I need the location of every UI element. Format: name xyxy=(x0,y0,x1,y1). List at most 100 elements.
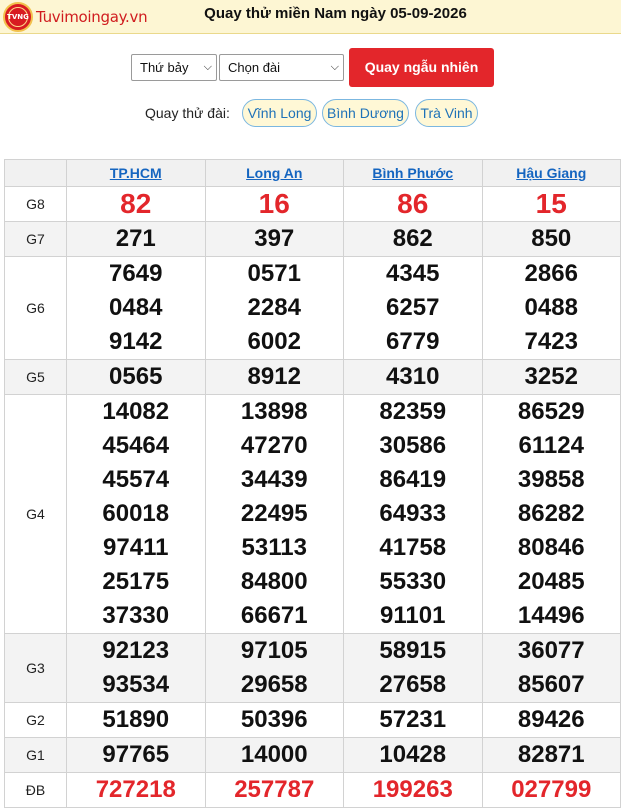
prize-number: 271 xyxy=(115,225,156,252)
prize-number: 36077 xyxy=(517,637,585,664)
column-header: Bình Phước xyxy=(343,159,483,187)
prize-cell: 58915 27658 xyxy=(343,633,483,703)
station-select[interactable]: Chọn đài ⌵ xyxy=(219,54,344,81)
prize-number: 45464 xyxy=(102,432,170,459)
prize-number: 97105 xyxy=(240,637,308,664)
prize-cell: 4345 6257 6779 xyxy=(343,256,483,360)
prize-cell: 36077 85607 xyxy=(481,633,621,703)
prize-cell: 15 xyxy=(481,186,621,222)
controls-bar: Thứ bảy ⌵ Chọn đài ⌵ Quay ngẫu nhiên xyxy=(0,48,621,88)
random-spin-button[interactable]: Quay ngẫu nhiên xyxy=(349,48,494,87)
prize-number: 92123 xyxy=(102,637,170,664)
prize-number: 3252 xyxy=(524,363,578,390)
prize-number: 850 xyxy=(531,225,572,252)
results-body: G8 82 16 86 15 G7 271 397 862 850 G6 7649 0484 9142 05… xyxy=(4,186,621,808)
prize-number: 2284 xyxy=(247,294,301,321)
prize-number: 97411 xyxy=(103,534,169,561)
prize-cell: 10428 xyxy=(343,737,483,773)
prize-number: 16 xyxy=(258,188,290,219)
prize-cell: 199263 xyxy=(343,772,483,808)
prize-cell: 86529 61124 39858 86282 80846 20485 14496 xyxy=(481,394,621,634)
prize-cell: 97105 29658 xyxy=(204,633,344,703)
prize-number: 37330 xyxy=(102,602,170,629)
trial-stations: Quay thử đài: Vĩnh Long Bình Dương Trà V… xyxy=(0,99,621,129)
prize-cell: 027799 xyxy=(481,772,621,808)
prize-number: 20485 xyxy=(517,568,585,595)
prize-cell: 862 xyxy=(343,221,483,257)
prize-number: 0571 xyxy=(247,260,301,287)
prize-number: 10428 xyxy=(379,741,447,768)
table-row: G3 92123 93534 97105 29658 58915 27658 36077 856… xyxy=(4,633,621,703)
day-select[interactable]: Thứ bảy ⌵ xyxy=(131,54,217,81)
prize-number: 97765 xyxy=(102,741,170,768)
table-row: G8 82 16 86 15 xyxy=(4,186,621,222)
prize-number: 57231 xyxy=(379,706,447,733)
prize-cell: 14000 xyxy=(204,737,344,773)
prize-number: 86419 xyxy=(379,466,447,493)
prize-cell: 8912 xyxy=(204,359,344,395)
prize-cell: 7649 0484 9142 xyxy=(66,256,206,360)
prize-cell: 57231 xyxy=(343,702,483,738)
prize-number: 727218 xyxy=(95,776,176,803)
table-row: G6 7649 0484 9142 0571 2284 6002 4345 6257 6779 28… xyxy=(4,256,621,360)
station-select-value: Chọn đài xyxy=(228,60,281,75)
prize-number: 30586 xyxy=(379,432,447,459)
prize-number: 91101 xyxy=(380,602,446,629)
table-header-row: TP.HCM Long An Bình Phước Hậu Giang xyxy=(4,159,621,187)
prize-cell: 13898 47270 34439 22495 53113 84800 66671 xyxy=(204,394,344,634)
table-row: G1 97765 14000 10428 82871 xyxy=(4,737,621,773)
prize-cell: 89426 xyxy=(481,702,621,738)
prize-cell: 850 xyxy=(481,221,621,257)
prize-number: 7423 xyxy=(524,328,578,355)
prize-number: 51890 xyxy=(102,706,170,733)
prize-number: 0488 xyxy=(524,294,578,321)
prize-number: 41758 xyxy=(379,534,447,561)
province-link[interactable]: Bình Phước xyxy=(372,165,453,181)
prize-cell: 2866 0488 7423 xyxy=(481,256,621,360)
prize-label: G7 xyxy=(4,221,67,257)
prize-number: 39858 xyxy=(517,466,585,493)
prize-cell: 397 xyxy=(204,221,344,257)
prize-number: 47270 xyxy=(240,432,308,459)
prize-number: 85607 xyxy=(517,671,585,698)
prize-number: 53113 xyxy=(241,534,307,561)
prize-number: 93534 xyxy=(102,671,170,698)
prize-number: 55330 xyxy=(379,568,447,595)
prize-number: 0565 xyxy=(109,363,163,390)
prize-number: 6002 xyxy=(247,328,301,355)
prize-cell: 0571 2284 6002 xyxy=(204,256,344,360)
prize-number: 60018 xyxy=(102,500,170,527)
prize-cell: 14082 45464 45574 60018 97411 25175 37330 xyxy=(66,394,206,634)
prize-number: 4310 xyxy=(386,363,440,390)
prize-cell: 50396 xyxy=(204,702,344,738)
prize-label: G2 xyxy=(4,702,67,738)
table-row: G5 0565 8912 4310 3252 xyxy=(4,359,621,395)
table-row: G4 14082 45464 45574 60018 97411 25175 37330 138… xyxy=(4,394,621,634)
prize-cell: 82359 30586 86419 64933 41758 55330 91101 xyxy=(343,394,483,634)
prize-number: 25175 xyxy=(102,568,170,595)
results-table: TP.HCM Long An Bình Phước Hậu Giang G8 82… xyxy=(4,159,621,808)
prize-number: 84800 xyxy=(240,568,308,595)
station-chip[interactable]: Vĩnh Long xyxy=(242,99,317,127)
prize-cell: 257787 xyxy=(204,772,344,808)
prize-number: 14496 xyxy=(517,602,585,629)
prize-number: 9142 xyxy=(109,328,163,355)
prize-cell: 82871 xyxy=(481,737,621,773)
prize-number: 7649 xyxy=(109,260,163,287)
province-link[interactable]: TP.HCM xyxy=(110,165,162,181)
prize-cell: 0565 xyxy=(66,359,206,395)
prize-number: 89426 xyxy=(517,706,585,733)
station-chip[interactable]: Bình Dương xyxy=(322,99,409,127)
prize-cell: 3252 xyxy=(481,359,621,395)
prize-number: 2866 xyxy=(524,260,578,287)
prize-cell: 86 xyxy=(343,186,483,222)
province-link[interactable]: Long An xyxy=(246,165,302,181)
province-link[interactable]: Hậu Giang xyxy=(516,165,586,181)
prize-number: 80846 xyxy=(517,534,585,561)
station-chip[interactable]: Trà Vinh xyxy=(415,99,478,127)
prize-number: 82359 xyxy=(379,398,447,425)
page-title: Quay thử miền Nam ngày 05-09-2026 xyxy=(204,5,467,22)
prize-label: G4 xyxy=(4,394,67,634)
prize-cell: 4310 xyxy=(343,359,483,395)
prize-number: 86 xyxy=(397,188,429,219)
